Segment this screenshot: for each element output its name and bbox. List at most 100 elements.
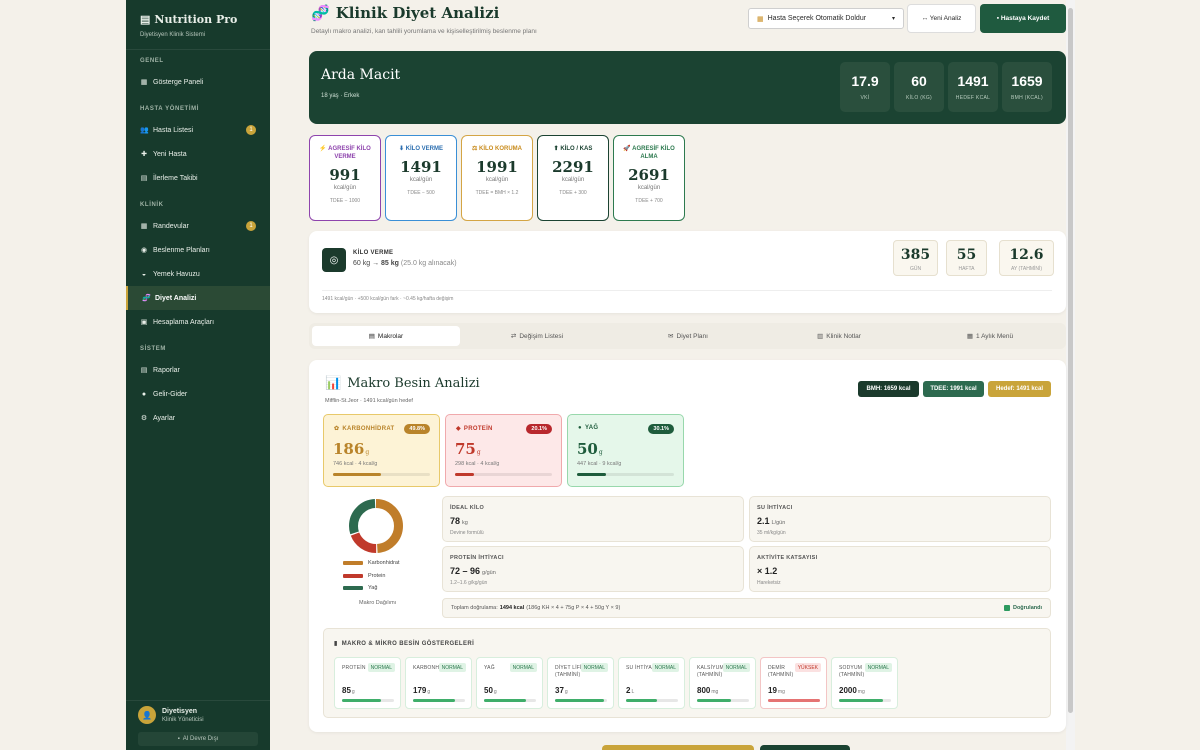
goal-formula: TDEE + 700 [635, 197, 663, 204]
tab-diyet-plan-[interactable]: ✉ Diyet Planı [614, 326, 762, 346]
indicator-bar-fill [413, 699, 455, 702]
patient-stat: 17.9 VKİ [840, 62, 890, 112]
macro-grams-unit: g [365, 449, 370, 456]
stat-value: 1659 [1011, 73, 1043, 89]
stat-label: HEDEF KCAL [955, 95, 991, 101]
patient-meta: 18 yaş · Erkek [321, 93, 360, 99]
indicators-title: ▮ MAKRO & MİKRO BESİN GÖSTERGELERİ [334, 640, 474, 648]
scrollbar[interactable] [1066, 0, 1075, 750]
olive-icon: ● [578, 425, 582, 431]
info-box-protei-n-i-hti-yaci: PROTEİN İHTİYACI 72 – 96 g/gün 1.2–1.6 g/kg… [442, 546, 744, 592]
info-note: Hareketsiz [757, 580, 781, 586]
goal-card[interactable]: ⚖ KİLO KORUMA 1991 kcal/gün TDEE = BMH × 1.… [461, 135, 533, 221]
sidebar-item-raporlar[interactable]: ▤ Raporlar [126, 358, 270, 382]
calculator-icon: ▣ [140, 319, 148, 326]
stat-label: BMH (KCAL) [1011, 95, 1043, 101]
nav-section-title: HASTA YÖNETİMİ [140, 106, 199, 112]
goal-formula: TDEE = BMH × 1.2 [475, 189, 519, 196]
sidebar-item-hasta-listesi[interactable]: 👥 Hasta Listesi 1 [126, 118, 270, 142]
macro-grams-unit: g [598, 449, 603, 456]
indicator-card: KARBONHİDRAT NORMAL 179g [405, 657, 472, 709]
info-label: İDEAL KİLO [450, 505, 485, 511]
tab-makrolar[interactable]: ▤ Makrolar [312, 326, 460, 346]
goal-card[interactable]: 🚀 AGRESİF KİLO ALMA 2691 kcal/gün TDEE + 70… [613, 135, 685, 221]
target-note: (25.0 kg alınacak) [400, 260, 457, 267]
indicator-bar [768, 699, 820, 702]
indicator-bar [839, 699, 891, 702]
sidebar-item-beslenme-planlar-[interactable]: ◉ Beslenme Planları [126, 238, 270, 262]
nav-section-title: KLİNİK [140, 202, 164, 208]
goal-value: 1491 [400, 157, 442, 176]
macro-name-text: PROTEİN [463, 425, 493, 432]
indicator-bar-fill [626, 699, 658, 702]
user-profile[interactable]: 👤 Diyetisyen Klinik Yöneticisi [126, 701, 270, 724]
tab-label: Diyet Planı [676, 332, 708, 340]
indicator-bar-fill [768, 699, 820, 702]
goal-card[interactable]: ⚡ AGRESİF KİLO VERME 991 kcal/gün TDEE − 10… [309, 135, 381, 221]
macro-card-karbonhi-drat: ✿ KARBONHİDRAT 49.8% 186g 746 kcal · 4 kcal/… [323, 414, 440, 487]
plus-icon: ✚ [141, 151, 147, 158]
macro-grams: 50g [577, 440, 603, 458]
info-box-akti-vi-te-katsayisi: AKTİVİTE KATSAYISI × 1.2 Hareketsiz [749, 546, 1051, 592]
tab-1-ayl-k-men-[interactable]: ▦ 1 Aylık Menü [916, 326, 1064, 346]
sidebar-item-randevular[interactable]: ▦ Randevular 1 [126, 214, 270, 238]
legend-item: Yağ [343, 582, 403, 595]
stat-label: KİLO (KG) [905, 95, 933, 101]
goal-formula: TDEE − 500 [407, 189, 435, 196]
bottom-action-button[interactable] [602, 745, 754, 750]
sidebar-item-gelir-gider[interactable]: ● Gelir-Gider [126, 382, 270, 406]
bowl-icon: ◒ [141, 270, 147, 278]
info-unit: kg [462, 520, 468, 526]
document-icon: ▤ [140, 14, 151, 26]
info-label: SU İHTİYACI [757, 505, 793, 511]
info-note: 35 ml/kg/gün [757, 530, 786, 536]
goal-card[interactable]: ⬆ KİLO / KAS 2291 kcal/gün TDEE + 300 [537, 135, 609, 221]
sidebar-footer: 👤 Diyetisyen Klinik Yöneticisi ▪ AI Devre… [126, 700, 270, 750]
new-analysis-button[interactable]: ↔ Yeni Analiz [907, 4, 976, 33]
macro-progress-fill [333, 473, 382, 476]
goal-unit: kcal/gün [561, 176, 585, 183]
plan-icon: ✉ [668, 333, 674, 340]
verify-status-text: Doğrulandı [1012, 605, 1042, 611]
sidebar-item-i-lerleme-takibi[interactable]: ▤ İlerleme Takibi [126, 166, 270, 190]
info-value: × 1.2 [757, 566, 777, 576]
indicator-bar [697, 699, 749, 702]
sidebar-item-ayarlar[interactable]: ⚙ Ayarlar [126, 406, 270, 430]
sidebar-item-hesaplama-ara-lar-[interactable]: ▣ Hesaplama Araçları [126, 310, 270, 334]
sidebar-item-g-sterge-paneli[interactable]: ▦ Gösterge Paneli [126, 70, 270, 94]
info-value-text: 2.1 [757, 516, 770, 526]
verify-total: 1494 kcal [499, 605, 525, 611]
indicator-unit: mg [857, 689, 865, 695]
bottom-action-button[interactable] [760, 745, 850, 750]
indicator-card: SU İHTİYACI NORMAL 2L [618, 657, 685, 709]
sidebar-item-yeni-hasta[interactable]: ✚ Yeni Hasta [126, 142, 270, 166]
donut-legend: Karbonhidrat Protein Yağ [343, 557, 403, 595]
donut-svg [349, 499, 403, 553]
tab-de-i-im-listesi[interactable]: ⇄ Değişim Listesi [463, 326, 611, 346]
patient-select[interactable]: ▦ Hasta Seçerek Otomatik Doldur ▾ [748, 8, 904, 29]
indicator-value-text: 800 [697, 686, 711, 695]
lightning-icon: ⚡ [319, 146, 329, 152]
indicator-card: DEMİR (TAHMİNİ) YÜKSEK 19mg [760, 657, 827, 709]
legend-label: Protein [368, 572, 386, 579]
goal-card[interactable]: ⬇ KİLO VERME 1491 kcal/gün TDEE − 500 [385, 135, 457, 221]
ai-toggle-button[interactable]: ▪ AI Devre Dışı [138, 732, 258, 746]
info-box-su-i-hti-yaci: SU İHTİYACI 2.1 L/gün 35 ml/kg/gün [749, 496, 1051, 542]
indicator-value: 179g [413, 686, 430, 695]
save-to-patient-button[interactable]: ▪ Hastaya Kaydet [980, 4, 1066, 33]
macro-name-text: YAĞ [584, 425, 599, 431]
indicator-value: 2L [626, 686, 634, 695]
goal-unit: kcal/gün [637, 184, 661, 191]
scrollbar-thumb[interactable] [1068, 8, 1073, 713]
sidebar-item-yemek-havuzu[interactable]: ◒ Yemek Havuzu [126, 262, 270, 286]
sidebar-item-diyet-analizi[interactable]: 🧬 Diyet Analizi [126, 286, 270, 310]
macro-card-protei-n: ◆ PROTEİN 20.1% 75g 298 kcal · 4 kcal/g [445, 414, 562, 487]
indicator-value-text: 2 [626, 686, 631, 695]
target-icon: ◎ [322, 248, 346, 272]
info-label: AKTİVİTE KATSAYISI [757, 555, 818, 561]
tab-klinik-notlar[interactable]: ▥ Klinik Notlar [765, 326, 913, 346]
sidebar-item-label: İlerleme Takibi [153, 174, 198, 182]
legend-swatch [343, 561, 363, 566]
patient-banner: Arda Macit 18 yaş · Erkek 17.9 VKİ 60 KİLO … [309, 51, 1066, 124]
target-stat-label: HAFTA [958, 266, 975, 272]
